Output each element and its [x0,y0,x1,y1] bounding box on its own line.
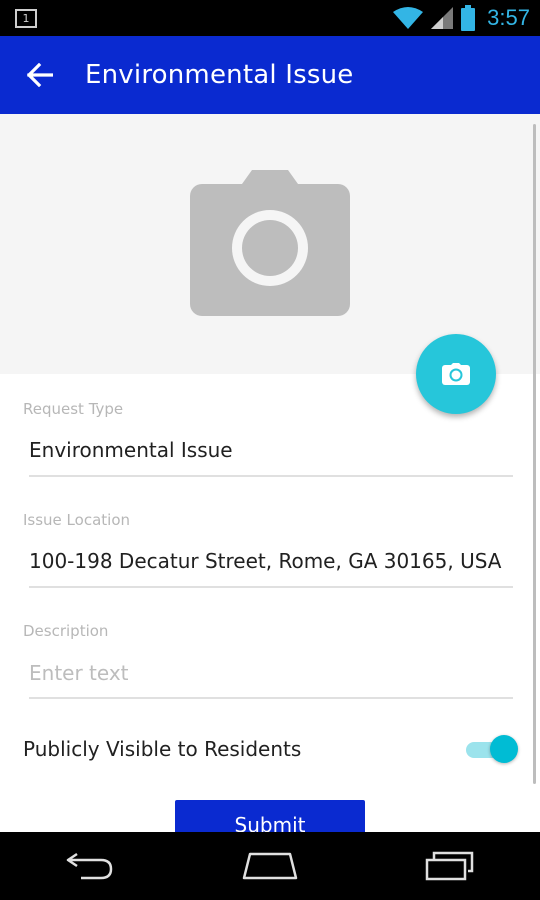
issue-location-field[interactable]: Issue Location 100-198 Decatur Street, R… [23,511,513,588]
back-nav-icon [66,852,113,880]
recents-nav-icon [425,851,474,881]
divider [29,697,513,699]
clock: 3:57 [487,5,530,30]
camera-icon [442,363,470,385]
divider [29,586,513,588]
submit-button[interactable]: Submit [175,800,365,832]
issue-location-value[interactable]: 100-198 Decatur Street, Rome, GA 30165, … [29,549,513,575]
description-label: Description [23,622,109,640]
camera-icon [190,170,350,316]
toggle-thumb[interactable] [490,735,518,763]
request-type-field[interactable]: Request Type Environmental Issue [23,400,513,477]
home-nav-icon [242,852,298,880]
issue-location-label: Issue Location [23,511,130,529]
public-visibility-label: Publicly Visible to Residents [23,737,302,761]
scrollbar[interactable] [533,124,536,784]
status-bar: 1 3:57 [0,0,540,36]
wifi-icon [393,7,424,29]
public-visibility-row: Publicly Visible to Residents [23,734,518,764]
description-field[interactable]: Description [23,622,513,699]
request-type-label: Request Type [23,400,124,418]
app-bar: Environmental Issue [0,36,540,114]
divider [29,475,513,477]
page-title: Environmental Issue [85,60,354,90]
arrow-left-icon [27,63,53,87]
battery-icon [461,5,476,31]
notification-icon: 1 [15,9,37,28]
nav-recents-button[interactable] [390,836,510,896]
cell-signal-icon [431,7,454,29]
public-visibility-toggle[interactable] [466,734,518,764]
nav-home-button[interactable] [210,836,330,896]
back-button[interactable] [0,36,80,114]
nav-back-button[interactable] [30,836,150,896]
description-input[interactable] [29,660,513,686]
request-type-value[interactable]: Environmental Issue [29,438,513,464]
form-content[interactable]: Request Type Environmental Issue Issue L… [0,114,540,832]
navigation-bar [0,832,540,900]
